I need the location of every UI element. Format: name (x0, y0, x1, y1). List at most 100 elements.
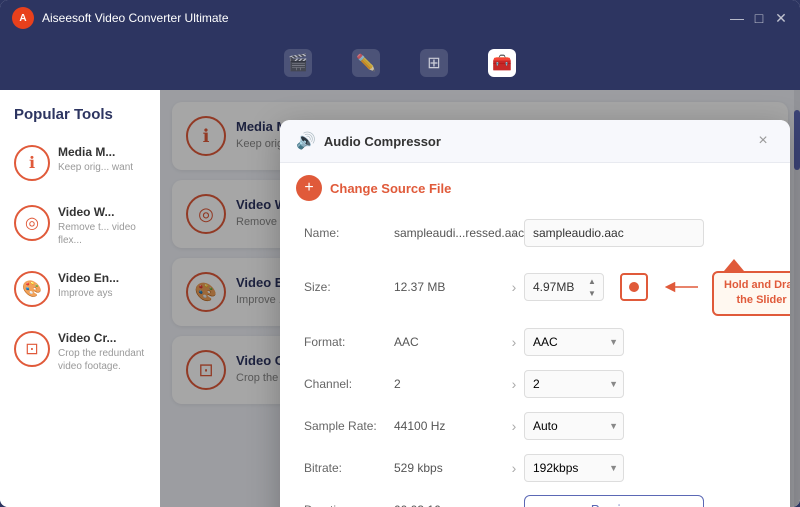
slider-arrow (660, 273, 700, 301)
bitrate-original-value: 529 kbps (394, 461, 504, 475)
modal-title: Audio Compressor (324, 134, 441, 149)
size-label: Size: (304, 280, 394, 294)
media-item-name: Media M... (58, 145, 146, 159)
convert-icon: 🎬 (284, 49, 312, 77)
videoc-item-name: Video Cr... (58, 331, 146, 345)
sidebar-title: Popular Tools (8, 106, 152, 135)
channel-arrow: › (504, 376, 524, 392)
sidebar-item-videoc[interactable]: ⊡ Video Cr... Crop the redundant video f… (8, 321, 152, 383)
toolbar-convert[interactable]: 🎬 (284, 49, 312, 77)
videow-item-name: Video W... (58, 205, 146, 219)
sample-rate-row: Sample Rate: 44100 Hz › Auto 44100 Hz 22… (304, 410, 766, 442)
channel-select[interactable]: 2 1 (524, 370, 624, 398)
toolbar-merge[interactable]: ⊞ (420, 49, 448, 77)
sidebar: Popular Tools ℹ Media M... Keep orig... … (0, 90, 160, 507)
audio-compressor-modal: 🔊 Audio Compressor × + Change Source Fil… (280, 120, 790, 507)
size-spin-up[interactable]: ▲ (585, 275, 599, 287)
toolbar-edit[interactable]: ✏️ (352, 49, 380, 77)
channel-input-area: 2 1 ▼ (524, 370, 766, 398)
app-title: Aiseesoft Video Converter Ultimate (42, 11, 730, 25)
bitrate-arrow: › (504, 460, 524, 476)
maximize-button[interactable]: □ (752, 11, 766, 25)
sample-rate-arrow: › (504, 418, 524, 434)
videoc-item-desc: Crop the redundant video footage. (58, 347, 146, 373)
format-input-area: AAC MP3 WAV ▼ (524, 328, 766, 356)
channel-label: Channel: (304, 377, 394, 391)
name-label: Name: (304, 226, 394, 240)
sample-rate-select-wrapper: Auto 44100 Hz 22050 Hz ▼ (524, 412, 624, 440)
format-original-value: AAC (394, 335, 504, 349)
videoc-icon: ⊡ (14, 331, 50, 367)
bitrate-row: Bitrate: 529 kbps › 192kbps 128kbps 320k… (304, 452, 766, 484)
name-input-area (524, 219, 766, 247)
videow-item-desc: Remove t... video flex... (58, 221, 146, 247)
sample-rate-input-area: Auto 44100 Hz 22050 Hz ▼ (524, 412, 766, 440)
edit-icon: ✏️ (352, 49, 380, 77)
sidebar-item-videow[interactable]: ◎ Video W... Remove t... video flex... (8, 195, 152, 257)
name-original-value: sampleaudi...ressed.aac (394, 226, 504, 240)
size-number-input[interactable]: 4.97MB ▲ ▼ (524, 273, 604, 301)
window-controls: — □ ✕ (730, 11, 788, 25)
media-icon: ℹ (14, 145, 50, 181)
channel-select-wrapper: 2 1 ▼ (524, 370, 624, 398)
videoe-item-desc: Improve ays (58, 287, 146, 300)
tooltip-line2: the Slider (737, 294, 787, 306)
modal-header: 🔊 Audio Compressor × (280, 120, 790, 163)
close-button[interactable]: ✕ (774, 11, 788, 25)
toolbox-icon: 🧰 (488, 49, 516, 77)
format-select-wrapper: AAC MP3 WAV ▼ (524, 328, 624, 356)
app-logo: A (12, 7, 34, 29)
minimize-button[interactable]: — (730, 11, 744, 25)
name-arrow: › (504, 225, 524, 241)
sample-rate-label: Sample Rate: (304, 419, 394, 433)
toolbar-toolbox[interactable]: 🧰 (488, 49, 516, 77)
tooltip-line1: Hold and Drag (724, 279, 790, 291)
slider-indicator (620, 273, 648, 301)
title-bar: A Aiseesoft Video Converter Ultimate — □… (0, 0, 800, 36)
format-label: Format: (304, 335, 394, 349)
duration-input-area: Preview (524, 495, 766, 507)
merge-icon: ⊞ (420, 49, 448, 77)
bitrate-label: Bitrate: (304, 461, 394, 475)
slider-dot (629, 282, 639, 292)
modal-speaker-icon: 🔊 (296, 131, 316, 151)
change-source-button[interactable]: + Change Source File (296, 175, 774, 201)
videoe-item-name: Video En... (58, 271, 146, 285)
duration-label: Duration: (304, 503, 394, 507)
size-spin-down[interactable]: ▼ (585, 287, 599, 299)
format-arrow: › (504, 334, 524, 350)
modal-title-area: 🔊 Audio Compressor (296, 131, 441, 151)
format-select[interactable]: AAC MP3 WAV (524, 328, 624, 356)
change-source-label: Change Source File (330, 181, 451, 196)
content-area: Popular Tools ℹ Media M... Keep orig... … (0, 90, 800, 507)
format-row: Format: AAC › AAC MP3 WAV ▼ (304, 326, 766, 358)
main-content: ℹ Media M... Keep original... files to t… (160, 90, 800, 507)
size-row: Size: 12.37 MB › 4.97MB ▲ ▼ (304, 259, 766, 316)
preview-button[interactable]: Preview (524, 495, 704, 507)
channel-original-value: 2 (394, 377, 504, 391)
tooltip-box: Hold and Drag the Slider (712, 271, 790, 316)
sample-rate-select[interactable]: Auto 44100 Hz 22050 Hz (524, 412, 624, 440)
modal-close-button[interactable]: × (752, 130, 774, 152)
name-input[interactable] (524, 219, 704, 247)
sidebar-item-videoe[interactable]: 🎨 Video En... Improve ays (8, 261, 152, 317)
videoe-icon: 🎨 (14, 271, 50, 307)
duration-arrow: › (504, 502, 524, 507)
media-item-desc: Keep orig... want (58, 161, 146, 174)
form-area: Name: sampleaudi...ressed.aac › Size: 12… (280, 213, 790, 507)
size-arrow: › (504, 279, 524, 295)
sample-rate-original-value: 44100 Hz (394, 419, 504, 433)
duration-value: 00:03:16 (394, 503, 504, 507)
videow-icon: ◎ (14, 205, 50, 241)
size-original-value: 12.37 MB (394, 280, 504, 294)
sidebar-item-media[interactable]: ℹ Media M... Keep orig... want (8, 135, 152, 191)
bitrate-input-area: 192kbps 128kbps 320kbps ▼ (524, 454, 766, 482)
channel-row: Channel: 2 › 2 1 ▼ (304, 368, 766, 400)
size-input-area: 4.97MB ▲ ▼ (524, 259, 790, 316)
tooltip-callout: Hold and Drag the Slider (712, 259, 790, 316)
change-source-icon: + (296, 175, 322, 201)
duration-row: Duration: 00:03:16 › Preview (304, 494, 766, 507)
bitrate-select[interactable]: 192kbps 128kbps 320kbps (524, 454, 624, 482)
tooltip-arrow-up (712, 259, 762, 271)
name-row: Name: sampleaudi...ressed.aac › (304, 217, 766, 249)
